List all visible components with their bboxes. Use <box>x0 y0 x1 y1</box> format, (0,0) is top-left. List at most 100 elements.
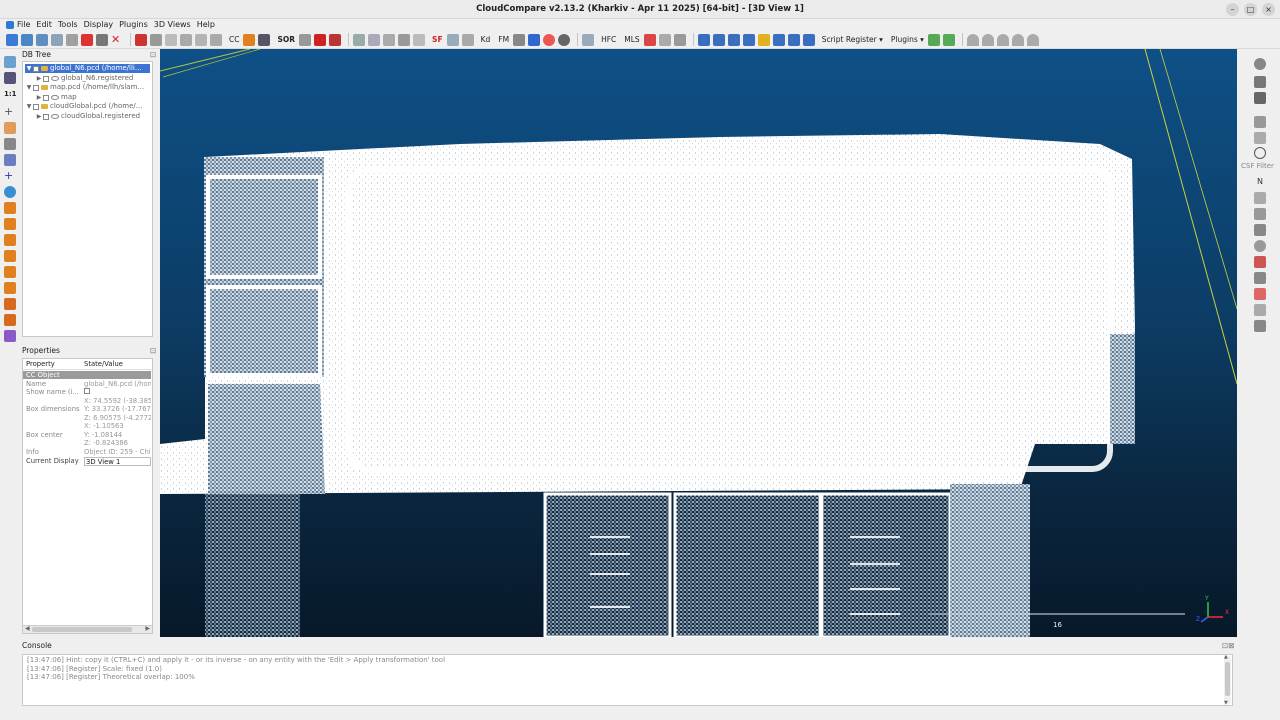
sf-button[interactable]: SF <box>432 35 443 44</box>
python-icon-7[interactable] <box>787 33 800 46</box>
print-icon[interactable] <box>513 33 526 46</box>
front-view-icon[interactable] <box>4 218 16 230</box>
python-icon-4[interactable] <box>742 33 755 46</box>
tree-item-map[interactable]: ▶ map <box>35 93 77 102</box>
maximize-button[interactable]: □ <box>1244 3 1257 16</box>
square-icon[interactable] <box>413 33 426 46</box>
tool-icon-14[interactable] <box>1254 288 1266 300</box>
stereo-icon[interactable] <box>4 330 16 342</box>
hand-icon[interactable] <box>150 33 162 46</box>
property-value[interactable] <box>84 388 151 397</box>
scroll-right-icon[interactable]: ▶ <box>145 625 150 632</box>
north-icon[interactable]: N <box>1254 176 1266 188</box>
menu-display[interactable]: Display <box>84 20 114 29</box>
properties-float-icon[interactable]: ⊡ <box>150 346 156 355</box>
expand-icon[interactable]: ▶ <box>35 112 43 121</box>
perspective-icon[interactable] <box>4 138 16 150</box>
python-icon-8[interactable] <box>802 33 815 46</box>
tool-icon-4[interactable] <box>1254 116 1266 128</box>
zoom-icon[interactable] <box>4 186 16 198</box>
visibility-checkbox[interactable] <box>43 94 49 101</box>
light-icon[interactable] <box>4 154 16 166</box>
console-float-icon[interactable]: ⊡⊠ <box>1222 641 1235 650</box>
view-icon-5[interactable] <box>1026 33 1039 46</box>
crop-box-icon[interactable] <box>383 33 396 46</box>
expand-icon[interactable]: ▼ <box>25 102 33 111</box>
clone-icon[interactable] <box>36 33 48 46</box>
s-icon[interactable] <box>643 33 656 46</box>
filter-icon[interactable] <box>299 33 312 46</box>
normal-icon[interactable] <box>329 33 342 46</box>
close-button[interactable]: × <box>1262 3 1275 16</box>
zoom-center-icon[interactable]: + <box>4 170 16 182</box>
rotate-icon[interactable] <box>210 33 222 46</box>
python-icon-3[interactable] <box>727 33 740 46</box>
section-icon[interactable] <box>461 33 474 46</box>
layers-icon[interactable] <box>1254 272 1266 284</box>
tool-icon-10[interactable] <box>1254 224 1266 236</box>
db-tree-float-icon[interactable]: ⊡ <box>150 50 156 59</box>
bottom-view-icon[interactable] <box>4 282 16 294</box>
minimize-button[interactable]: – <box>1226 3 1239 16</box>
color-icon[interactable] <box>528 33 541 46</box>
python-icon-2[interactable] <box>712 33 725 46</box>
iso-view-2-icon[interactable] <box>4 314 16 326</box>
list-icon[interactable] <box>66 33 78 46</box>
view-icon-4[interactable] <box>1011 33 1024 46</box>
cc-icon[interactable]: CC <box>229 35 239 44</box>
histogram-icon[interactable] <box>446 33 459 46</box>
snake-icon[interactable] <box>658 33 671 46</box>
expand-icon[interactable]: ▶ <box>35 74 43 83</box>
save-icon[interactable] <box>21 33 33 46</box>
cross-icon[interactable] <box>314 33 327 46</box>
tool-icon-9[interactable] <box>1254 208 1266 220</box>
tree-item-map-pcd[interactable]: ▼ map.pcd (/home/llh/slam... <box>25 83 144 92</box>
scroll-up-icon[interactable]: ▲ <box>1224 654 1228 660</box>
export-icon[interactable] <box>96 33 108 46</box>
camera-icon[interactable] <box>4 72 16 84</box>
delete-icon[interactable]: ✕ <box>111 33 123 46</box>
menu-file[interactable]: File <box>17 20 30 29</box>
csf-filter-icon[interactable] <box>1254 147 1266 159</box>
fm-button[interactable]: FM <box>498 35 509 44</box>
tool-icon-5[interactable] <box>1254 132 1266 144</box>
visibility-checkbox[interactable] <box>43 113 49 120</box>
left-view-icon[interactable] <box>4 234 16 246</box>
python-icon-1[interactable] <box>697 33 710 46</box>
pivot-icon[interactable]: + <box>4 106 16 118</box>
scrollbar-thumb[interactable] <box>32 627 132 632</box>
fullscreen-icon[interactable]: 1:1 <box>4 88 17 100</box>
visibility-checkbox[interactable] <box>33 84 39 91</box>
sample-icon[interactable] <box>135 33 147 46</box>
scroll-left-icon[interactable]: ◀ <box>25 625 30 632</box>
3d-view[interactable]: 16 X Y Z <box>160 49 1237 637</box>
plugin-icon-2[interactable] <box>942 33 955 46</box>
scale-icon[interactable] <box>195 33 207 46</box>
menu-edit[interactable]: Edit <box>36 20 52 29</box>
right-view-icon[interactable] <box>4 266 16 278</box>
tree-item-global-n6-pcd[interactable]: ▼ global_N6.pcd (/home/lli... <box>25 64 150 73</box>
tool-icon-2[interactable] <box>1254 76 1266 88</box>
plugin-icon-1[interactable] <box>927 33 940 46</box>
mls-button[interactable]: MLS <box>624 35 639 44</box>
tool-icon-16[interactable] <box>1254 320 1266 332</box>
top-view-icon[interactable] <box>4 202 16 214</box>
expand-icon[interactable]: ▼ <box>25 64 33 73</box>
tool-icon-12[interactable] <box>1254 256 1266 268</box>
arrows-icon[interactable] <box>673 33 686 46</box>
menu-3d-views[interactable]: 3D Views <box>154 20 191 29</box>
scrollbar-thumb[interactable] <box>1225 662 1230 696</box>
crop-icon[interactable] <box>180 33 192 46</box>
hfc-button[interactable]: HFC <box>601 35 616 44</box>
tree-item-global-n6-registered[interactable]: ▶ global_N6.registered <box>35 74 134 83</box>
display-icon[interactable] <box>4 56 16 68</box>
visibility-checkbox[interactable] <box>33 65 39 72</box>
plugins-dropdown[interactable]: Plugins ▾ <box>891 35 924 44</box>
menu-tools[interactable]: Tools <box>58 20 78 29</box>
link-icon[interactable] <box>582 33 595 46</box>
tree-item-cloudglobal-pcd[interactable]: ▼ cloudGlobal.pcd (/home/... <box>25 102 143 111</box>
kd-button[interactable]: Kd <box>481 35 491 44</box>
visibility-checkbox[interactable] <box>33 103 39 110</box>
no-entry-icon[interactable] <box>1254 58 1266 70</box>
menu-plugins[interactable]: Plugins <box>119 20 148 29</box>
